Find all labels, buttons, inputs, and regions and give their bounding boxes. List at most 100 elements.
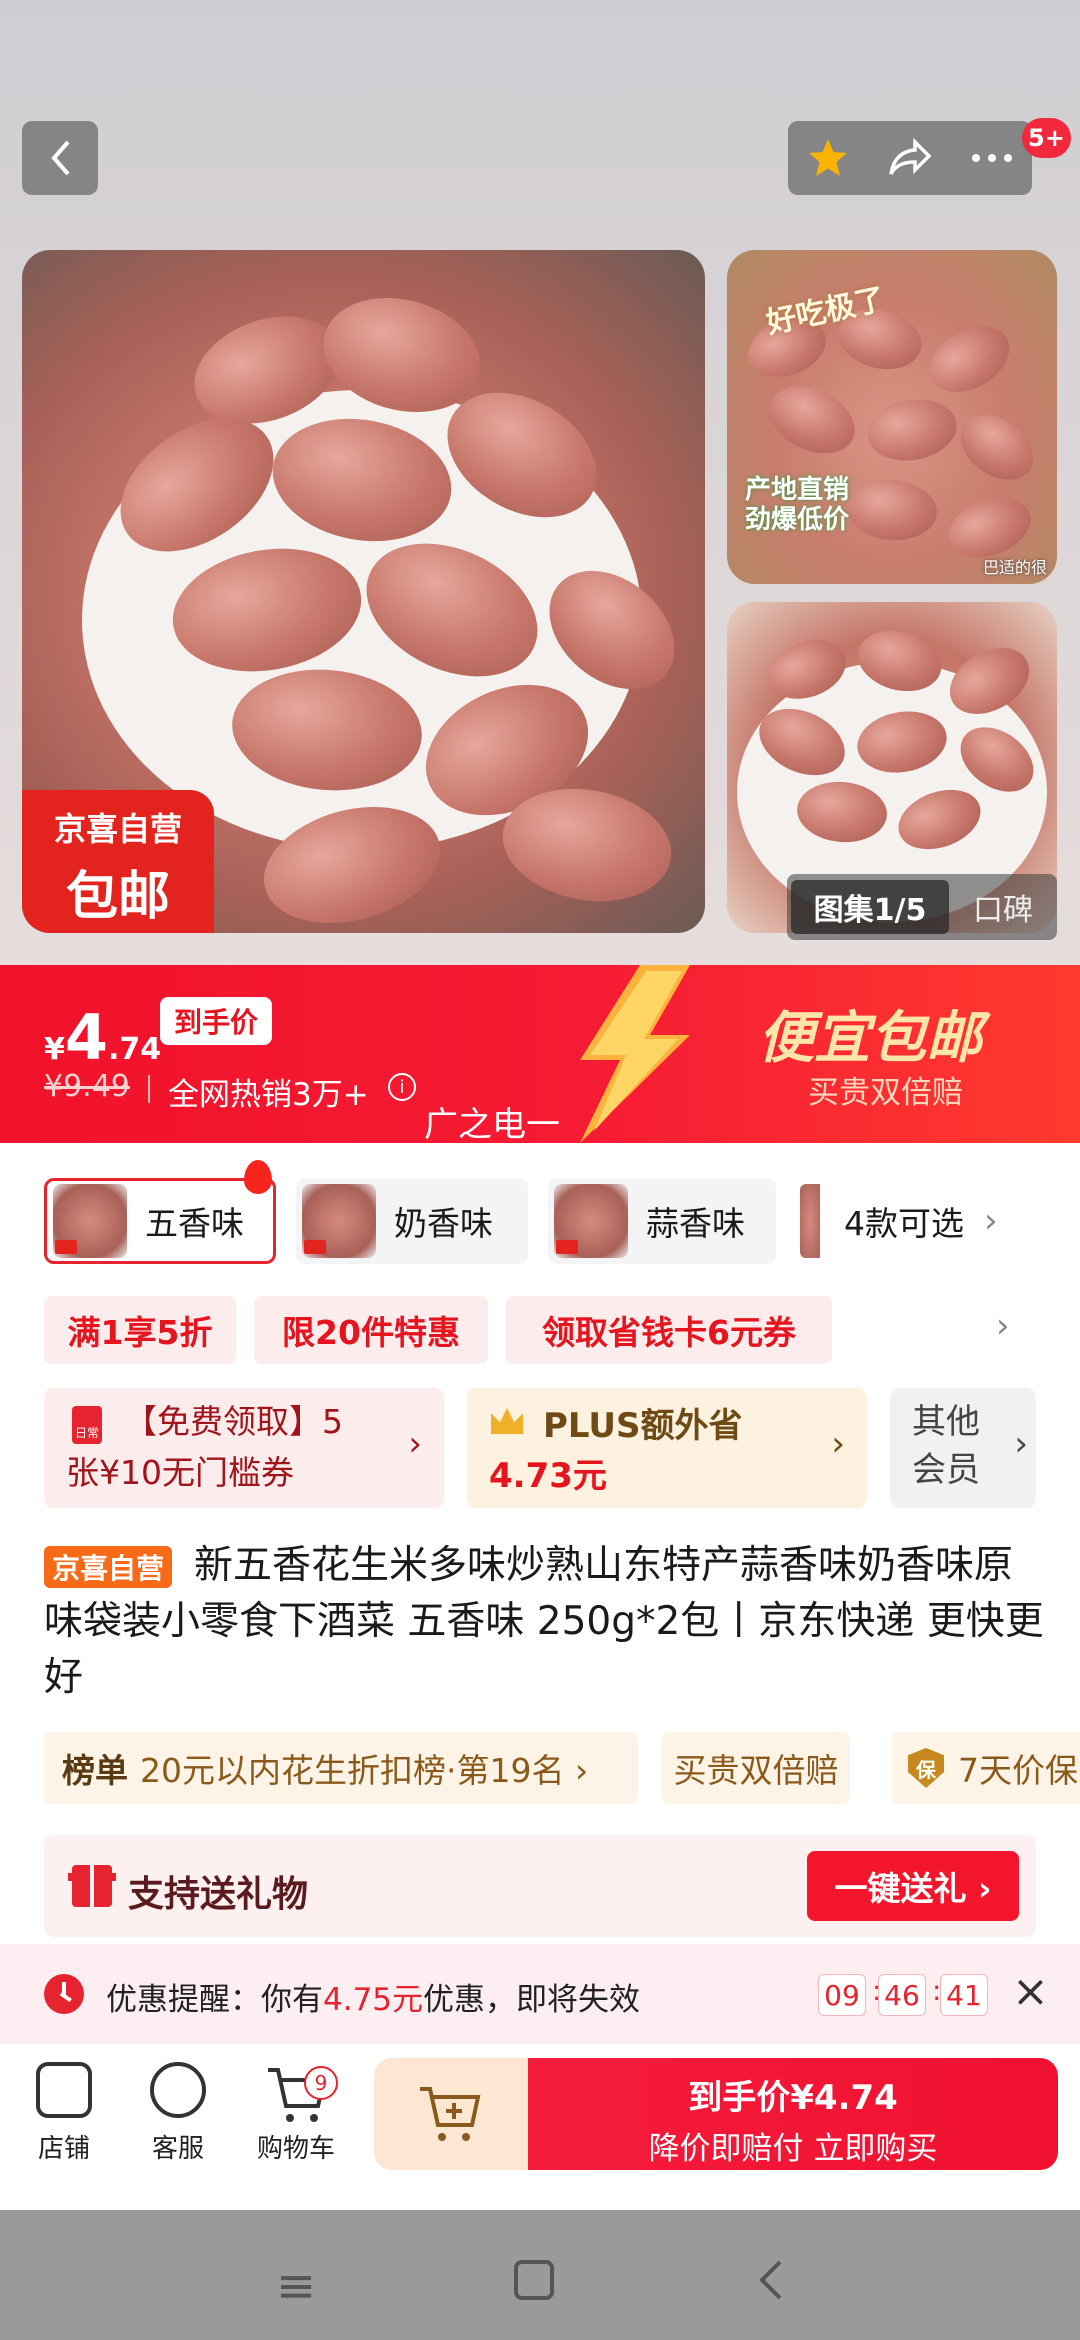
more-variants-label: 4款可选 — [844, 1204, 964, 1243]
back-nav-icon[interactable] — [756, 2258, 786, 2314]
buy-now-subtitle: 降价即赔付 立即购买 — [648, 2131, 938, 2167]
chevron-right-icon: › — [831, 1424, 845, 1464]
variant-naixiang[interactable]: 奶香味 — [296, 1178, 528, 1264]
variant-wuxiang[interactable]: 五香味 — [44, 1178, 276, 1264]
promo-subtitle: 买贵双倍赔 — [808, 1075, 963, 1111]
variant-thumb — [302, 1184, 376, 1258]
badge-line1: 京喜自营 — [53, 810, 182, 848]
shield-icon: 保 — [908, 1748, 944, 1788]
other-members-label: 其他会员 — [912, 1402, 980, 1490]
variant-thumb-partial — [800, 1184, 820, 1258]
final-price-tag: 到手价 — [160, 997, 273, 1045]
coupons-chevron-icon[interactable]: › — [996, 1306, 1010, 1346]
home-icon[interactable] — [512, 2258, 556, 2314]
original-price: ¥9.49 — [44, 1069, 130, 1104]
price-protect-tag[interactable]: 保 7天价保 — [892, 1732, 1080, 1804]
star-icon[interactable] — [806, 136, 850, 180]
double-pay-tag[interactable]: 买贵双倍赔 — [662, 1732, 850, 1804]
ranking-text: 20元以内花生折扣榜·第19名 › — [140, 1751, 589, 1790]
close-icon[interactable]: × — [1012, 1966, 1049, 2017]
customer-service-button[interactable]: 客服 — [128, 2062, 228, 2165]
variant-label: 蒜香味 — [646, 1204, 745, 1243]
tab-reviews[interactable]: 口碑 — [949, 885, 1057, 929]
price-decimal: .74 — [108, 1032, 162, 1067]
plus-savings-card[interactable]: PLUS额外省 4.73元 › — [467, 1388, 867, 1508]
variant-label: 五香味 — [145, 1204, 244, 1243]
header-actions — [788, 121, 1032, 195]
calendar-icon: 日常 — [72, 1406, 102, 1444]
jx-free-shipping-badge: 京喜自营 包邮 — [22, 790, 214, 933]
more-icon[interactable] — [970, 152, 1014, 164]
service-label: 客服 — [151, 2134, 204, 2164]
hot-sales: 全网热销3万+ — [168, 1077, 369, 1113]
send-gift-button[interactable]: 一键送礼 › — [807, 1851, 1019, 1921]
reminder-text: 优惠提醒：你有4.75元优惠，即将失效 — [106, 1974, 640, 2019]
timer-minutes: 46 — [878, 1974, 926, 2016]
shop-tag: 京喜自营 — [44, 1546, 173, 1588]
buy-actions: 到手价¥4.74 降价即赔付 立即购买 — [374, 2058, 1058, 2170]
current-price: ¥4.74 — [44, 1001, 161, 1074]
coupon-discount[interactable]: 满1享5折 — [44, 1296, 236, 1364]
plus-line1: PLUS额外省 — [543, 1406, 743, 1446]
info-icon[interactable]: i — [388, 1073, 416, 1101]
coupon-limited[interactable]: 限20件特惠 — [254, 1296, 488, 1364]
bottom-action-bar: 店铺 客服 购物车 9 到手价¥4.74 降价即赔付 立即购买 — [0, 2044, 1080, 2210]
badge-line2: 包邮 — [65, 867, 170, 927]
price-banner: ¥4.74 到手价 ¥9.49 全网热销3万+ i 广之电一 便宜包邮 买贵双倍… — [0, 965, 1080, 1143]
sub1-watermark: 巴适的很 — [982, 558, 1047, 577]
hot-flame-icon — [244, 1160, 272, 1194]
chevron-right-icon: › — [1014, 1424, 1028, 1464]
promo-title: 便宜包邮 — [758, 1006, 982, 1071]
free-coupon-line2: 张¥10无门槛券 — [66, 1453, 294, 1492]
reminder-suffix: 优惠，即将失效 — [423, 1982, 641, 2018]
variant-suanxiang[interactable]: 蒜香味 — [548, 1178, 776, 1264]
share-icon[interactable] — [887, 138, 933, 178]
buy-now-price: 到手价¥4.74 — [688, 2078, 898, 2118]
price-protect-text: 7天价保 — [958, 1751, 1078, 1790]
product-title: 新五香花生米多味炒熟山东特产蒜香味奶香味原味袋装小零食下酒菜 五香味 250g*… — [44, 1543, 1044, 1700]
variant-label: 奶香味 — [394, 1204, 493, 1243]
store-icon — [36, 2062, 92, 2118]
message-badge: 5+ — [1022, 118, 1071, 158]
plus-line2: 4.73元 — [489, 1456, 607, 1496]
more-variants[interactable]: 4款可选 › — [844, 1178, 998, 1264]
ranking-label: 榜单 — [62, 1751, 128, 1790]
free-coupon-line1: 【免费领取】5 — [124, 1402, 343, 1441]
product-thumb-1[interactable]: 好吃极了 产地直销 劲爆低价 巴适的很 — [727, 250, 1057, 584]
add-cart-icon — [420, 2087, 481, 2141]
shop-label: 店铺 — [37, 2134, 90, 2164]
cart-label: 购物车 — [256, 2134, 335, 2164]
price-integer: 4 — [64, 1001, 109, 1074]
chevron-right-icon: › — [984, 1201, 998, 1241]
cart-count-badge: 9 — [304, 2066, 338, 2100]
other-members-card[interactable]: 其他会员 › — [890, 1388, 1036, 1508]
gift-label: 支持送礼物 — [128, 1874, 309, 1915]
chevron-left-icon — [51, 140, 70, 176]
menu-icon[interactable]: ≡ — [276, 2258, 316, 2314]
timer-hours: 09 — [818, 1974, 866, 2016]
bolt-label: 广之电一 — [424, 1105, 560, 1143]
reminder-prefix: 优惠提醒：你有 — [106, 1982, 323, 2018]
back-button[interactable] — [22, 121, 98, 195]
coupon-savings-card[interactable]: 领取省钱卡6元券 — [506, 1296, 832, 1364]
reminder-amount: 4.75元 — [323, 1982, 424, 2018]
ranking-tag[interactable]: 榜单 20元以内花生折扣榜·第19名 › — [44, 1732, 638, 1804]
system-navigation-bar: ≡ — [0, 2210, 1080, 2340]
smile-icon — [150, 2062, 206, 2118]
timer-seconds: 41 — [940, 1974, 988, 2016]
price-divider — [148, 1075, 150, 1103]
free-coupon-card[interactable]: 日常 【免费领取】5 张¥10无门槛券 › — [44, 1388, 444, 1508]
tab-gallery[interactable]: 图集1/5 — [791, 880, 949, 934]
shop-button[interactable]: 店铺 — [14, 2062, 114, 2165]
sub1-promo: 产地直销 劲爆低价 — [745, 475, 850, 535]
gift-row: 支持送礼物 一键送礼 › — [44, 1835, 1036, 1937]
variant-thumb — [53, 1184, 127, 1258]
add-to-cart-button[interactable] — [374, 2058, 528, 2170]
discount-reminder: 优惠提醒：你有4.75元优惠，即将失效 09 : 46 : 41 × — [0, 1944, 1080, 2044]
lightning-icon — [580, 965, 690, 1143]
gallery-tabs: 图集1/5 口碑 — [787, 874, 1057, 940]
price-currency: ¥ — [44, 1032, 65, 1067]
crown-icon — [491, 1408, 523, 1434]
gift-icon — [68, 1865, 116, 1907]
buy-now-button[interactable]: 到手价¥4.74 降价即赔付 立即购买 — [528, 2058, 1058, 2170]
